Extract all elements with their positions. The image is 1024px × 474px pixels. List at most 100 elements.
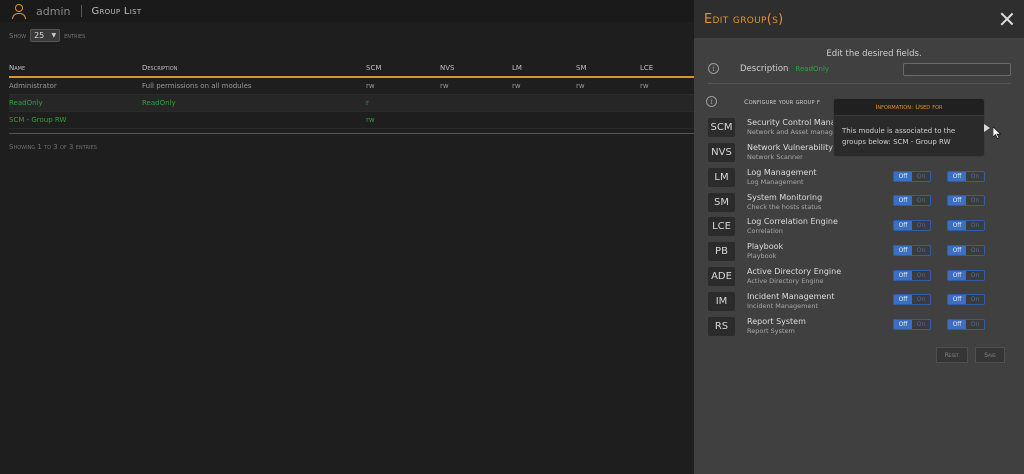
cell-description: Full permissions on all modules [142, 77, 366, 95]
module-row-ade: ADE Active Directory Engine Active Direct… [708, 266, 879, 286]
read-toggle-sm[interactable]: Off On [893, 195, 931, 206]
page-size-control: Show 25 ▼ entries [9, 29, 85, 42]
module-name: Log Correlation Engine [747, 217, 838, 226]
module-name: Incident Management [747, 292, 835, 301]
page-title: Group List [91, 5, 142, 17]
read-toggle-rs[interactable]: Off On [893, 319, 931, 330]
entries-summary: Showing 1 to 3 of 3 entries [9, 143, 97, 151]
cell-lce: rw [640, 77, 694, 95]
read-toggle-lce[interactable]: Off On [893, 220, 931, 231]
show-label: Show [9, 31, 27, 40]
configure-label: Configure your group f [744, 97, 821, 106]
write-toggle-lm[interactable]: Off On [947, 171, 985, 182]
top-bar: admin Group List [0, 0, 694, 22]
column-header-description[interactable]: Description [142, 60, 366, 78]
table-row[interactable]: Administrator Full permissions on all mo… [9, 77, 694, 95]
caret-right-icon[interactable] [984, 124, 990, 132]
cell-name: ReadOnly [9, 94, 142, 112]
entries-label: entries [64, 31, 86, 40]
cell-scm: rw [366, 111, 440, 129]
description-divider [708, 83, 1011, 84]
tooltip-body: This module is associated to the groups … [842, 127, 956, 146]
cell-name: SCM - Group RW [9, 111, 142, 129]
column-header-scm[interactable]: SCM [366, 60, 440, 78]
cell-scm: rw [366, 77, 440, 95]
cell-nvs: rw [440, 77, 512, 95]
cell-lm: rw [512, 77, 576, 95]
column-header-name[interactable]: Name [9, 60, 142, 78]
topbar-divider [81, 5, 83, 17]
cell-sm [576, 94, 640, 112]
cell-name: Administrator [9, 77, 142, 95]
write-toggle-rs[interactable]: Off On [947, 319, 985, 330]
column-header-nvs[interactable]: NVS [440, 60, 512, 78]
cell-description: ReadOnly [142, 94, 366, 112]
write-toggle-ade[interactable]: Off On [947, 270, 985, 281]
groups-table: Name Description SCM NVS LM SM LCE Admin… [9, 60, 694, 129]
column-header-lm[interactable]: LM [512, 60, 576, 78]
info-icon[interactable]: i [708, 63, 719, 74]
description-input[interactable] [903, 63, 1011, 76]
column-header-sm[interactable]: SM [576, 60, 640, 78]
module-row-lm: LM Log Management Log Management [708, 167, 879, 187]
user-icon[interactable] [11, 3, 27, 19]
close-icon[interactable] [1000, 12, 1014, 26]
description-current-value: ReadOnly [795, 64, 830, 73]
edit-group-panel: Edit group(s) Edit the desired fields. i… [694, 0, 1024, 474]
module-description: Active Directory Engine [747, 277, 824, 285]
cell-lm [512, 111, 576, 129]
module-row-pb: PB Playbook Playbook [708, 241, 879, 261]
column-header-lce[interactable]: LCE [640, 60, 694, 78]
module-description: Playbook [747, 252, 777, 260]
info-tooltip: Information: Used for This module is ass… [833, 98, 985, 157]
module-code: NVS [708, 142, 735, 162]
module-description: Check the hosts status [747, 203, 822, 211]
tooltip-title: Information: Used for [834, 99, 984, 116]
module-description: Log Management [747, 178, 804, 186]
write-toggle-pb[interactable]: Off On [947, 245, 985, 256]
module-row-sm: SM System Monitoring Check the hosts stat… [708, 192, 879, 212]
description-label: Description [740, 63, 789, 74]
module-row-lce: LCE Log Correlation Engine Correlation [708, 216, 879, 236]
configure-row: i Configure your group f [706, 96, 820, 107]
mouse-pointer-icon [993, 127, 1001, 139]
write-toggle-sm[interactable]: Off On [947, 195, 985, 206]
read-toggle-ade[interactable]: Off On [893, 270, 931, 281]
save-button[interactable]: Save [975, 347, 1005, 363]
username[interactable]: admin [36, 5, 70, 18]
cell-sm: rw [576, 77, 640, 95]
module-row-rs: RS Report System Report System [708, 316, 879, 336]
cell-lce [640, 111, 694, 129]
table-row[interactable]: SCM - Group RW rw [9, 111, 694, 129]
chevron-down-icon: ▼ [51, 32, 57, 39]
write-toggle-im[interactable]: Off On [947, 294, 985, 305]
module-name: Report System [747, 317, 806, 326]
write-toggle-lce[interactable]: Off On [947, 220, 985, 231]
info-icon[interactable]: i [706, 96, 717, 107]
table-header-row: Name Description SCM NVS LM SM LCE [9, 60, 694, 78]
group-list-area: Show 25 ▼ entries Name Description SCM N… [0, 22, 694, 474]
cell-sm [576, 111, 640, 129]
module-name: System Monitoring [747, 193, 823, 202]
read-toggle-lm[interactable]: Off On [893, 171, 931, 182]
read-toggle-pb[interactable]: Off On [893, 245, 931, 256]
cell-scm: r [366, 94, 440, 112]
module-code: RS [708, 316, 735, 336]
module-description: Incident Management [747, 302, 819, 310]
table-row[interactable]: ReadOnly ReadOnly r [9, 94, 694, 112]
reset-button[interactable]: Reset [936, 347, 968, 363]
cell-lce [640, 94, 694, 112]
panel-header: Edit group(s) [694, 0, 1024, 38]
panel-title: Edit group(s) [704, 11, 784, 27]
description-row: i Description ReadOnly [708, 63, 829, 74]
page-size-value: 25 [34, 31, 45, 40]
cell-nvs [440, 111, 512, 129]
cell-lm [512, 94, 576, 112]
page-size-select[interactable]: 25 ▼ [30, 29, 61, 42]
read-toggle-im[interactable]: Off On [893, 294, 931, 305]
module-code: IM [708, 291, 735, 311]
table-bottom-divider [9, 133, 694, 134]
module-row-im: IM Incident Management Incident Managemen… [708, 291, 879, 311]
module-code: ADE [708, 266, 735, 286]
module-code: SCM [708, 117, 735, 137]
